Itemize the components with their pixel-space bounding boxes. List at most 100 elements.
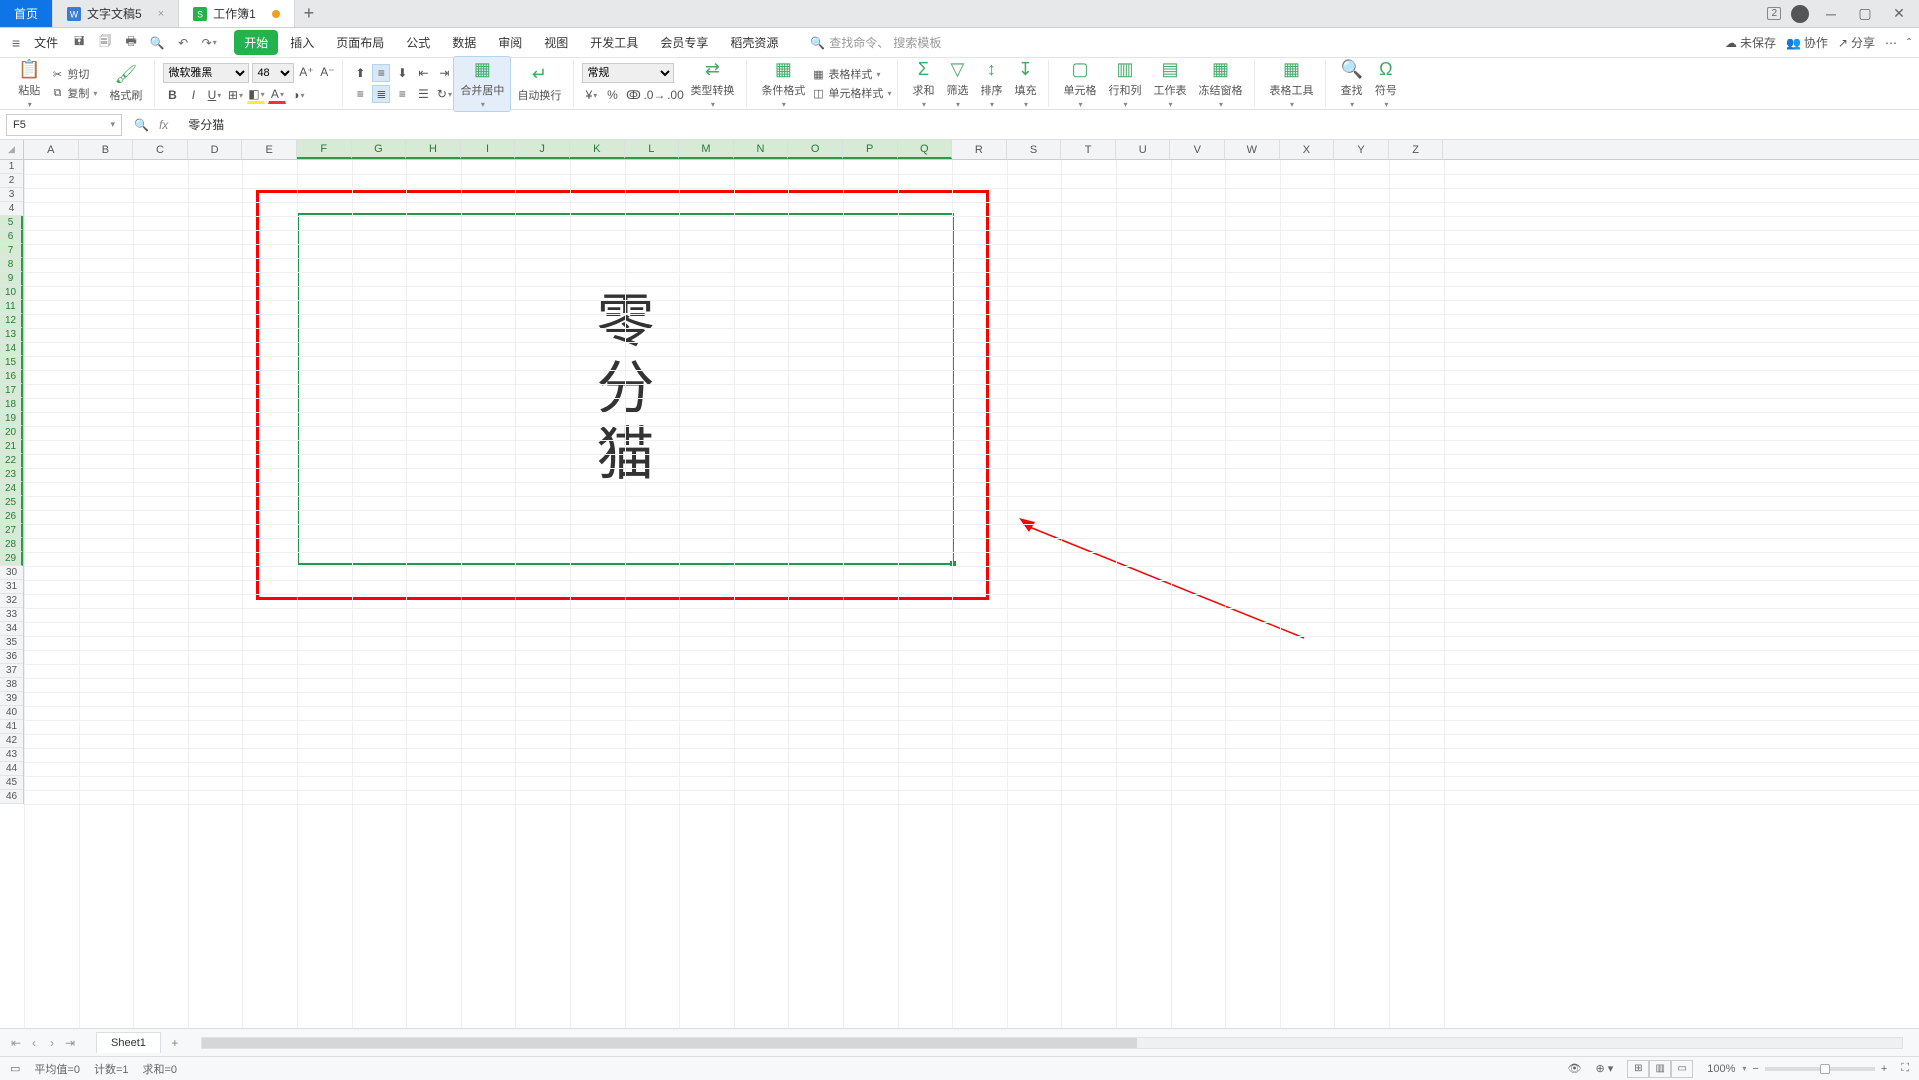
command-search[interactable]: 🔍 查找命令、 搜索模板 <box>810 34 941 51</box>
col-header-H[interactable]: H <box>406 140 461 159</box>
row-header-5[interactable]: 5 <box>0 216 23 230</box>
format-painter-button[interactable]: 🖌格式刷 <box>103 64 148 103</box>
sheet-prev-icon[interactable]: ‹ <box>26 1036 42 1050</box>
horizontal-scrollbar[interactable] <box>201 1037 1903 1049</box>
tab-add-button[interactable]: + <box>295 0 323 27</box>
sheet-next-icon[interactable]: › <box>44 1036 60 1050</box>
hscroll-thumb[interactable] <box>202 1038 1137 1048</box>
ribbon-tab-5[interactable]: 审阅 <box>488 30 532 55</box>
ribbon-tab-6[interactable]: 视图 <box>534 30 578 55</box>
justify-button[interactable]: ☰ <box>414 85 432 103</box>
align-left-button[interactable]: ≡ <box>351 85 369 103</box>
col-header-Q[interactable]: Q <box>898 140 953 159</box>
sort-button[interactable]: ↕排序▾ <box>974 59 1008 109</box>
display-settings-icon[interactable]: ⊕ ▾ <box>1595 1062 1613 1075</box>
more-menu-icon[interactable]: ⋯ <box>1885 36 1897 50</box>
row-header-33[interactable]: 33 <box>0 608 23 622</box>
row-header-19[interactable]: 19 <box>0 412 23 426</box>
row-header-17[interactable]: 17 <box>0 384 23 398</box>
increase-indent-button[interactable]: ⇥ <box>435 64 453 82</box>
col-header-S[interactable]: S <box>1007 140 1062 159</box>
qa-preview-icon[interactable]: 🔍 <box>146 32 168 54</box>
row-header-12[interactable]: 12 <box>0 314 23 328</box>
row-header-9[interactable]: 9 <box>0 272 23 286</box>
qa-redo-icon[interactable]: ↷▾ <box>198 32 220 54</box>
percent-button[interactable]: % <box>603 86 621 104</box>
view-normal-button[interactable]: ⊞ <box>1627 1060 1649 1078</box>
align-bottom-button[interactable]: ⬇ <box>393 64 411 82</box>
row-header-39[interactable]: 39 <box>0 692 23 706</box>
highlight-button[interactable]: ◑▾ <box>289 86 307 104</box>
row-header-26[interactable]: 26 <box>0 510 23 524</box>
col-header-I[interactable]: I <box>461 140 516 159</box>
row-header-41[interactable]: 41 <box>0 720 23 734</box>
align-middle-button[interactable]: ≡ <box>372 64 390 82</box>
view-page-button[interactable]: ▥ <box>1649 1060 1671 1078</box>
fb-search-icon[interactable]: 🔍 <box>134 118 149 132</box>
col-header-V[interactable]: V <box>1170 140 1225 159</box>
row-header-3[interactable]: 3 <box>0 188 23 202</box>
table-tools-button[interactable]: ▦表格工具▾ <box>1263 59 1319 109</box>
row-header-40[interactable]: 40 <box>0 706 23 720</box>
cut-button[interactable]: ✂剪切 <box>50 66 97 82</box>
row-header-8[interactable]: 8 <box>0 258 23 272</box>
tab-close-icon[interactable]: × <box>158 8 164 20</box>
number-format-select[interactable]: 常规 <box>582 63 674 83</box>
row-header-43[interactable]: 43 <box>0 748 23 762</box>
align-right-button[interactable]: ≡ <box>393 85 411 103</box>
fullscreen-icon[interactable]: ⛶ <box>1901 1062 1909 1075</box>
row-header-23[interactable]: 23 <box>0 468 23 482</box>
qa-print-icon[interactable]: 🖶 <box>120 32 142 54</box>
ribbon-tab-3[interactable]: 公式 <box>396 30 440 55</box>
row-header-18[interactable]: 18 <box>0 398 23 412</box>
col-header-E[interactable]: E <box>242 140 297 159</box>
row-header-25[interactable]: 25 <box>0 496 23 510</box>
row-header-15[interactable]: 15 <box>0 356 23 370</box>
col-header-M[interactable]: M <box>679 140 734 159</box>
row-header-20[interactable]: 20 <box>0 426 23 440</box>
col-header-R[interactable]: R <box>952 140 1007 159</box>
row-header-31[interactable]: 31 <box>0 580 23 594</box>
collapse-ribbon-icon[interactable]: ˆ <box>1907 36 1911 50</box>
zoom-in-button[interactable]: + <box>1881 1063 1887 1075</box>
col-header-A[interactable]: A <box>24 140 79 159</box>
ribbon-tab-2[interactable]: 页面布局 <box>326 30 394 55</box>
zoom-slider[interactable] <box>1765 1067 1875 1071</box>
col-header-C[interactable]: C <box>133 140 188 159</box>
col-header-L[interactable]: L <box>625 140 680 159</box>
col-header-G[interactable]: G <box>352 140 407 159</box>
spreadsheet-grid[interactable]: ◢ ABCDEFGHIJKLMNOPQRSTUVWXYZ 12345678910… <box>0 140 1919 1028</box>
row-header-6[interactable]: 6 <box>0 230 23 244</box>
type-convert-button[interactable]: ⇄类型转换▾ <box>684 59 740 109</box>
paste-button[interactable]: 📋粘贴▾ <box>12 59 46 109</box>
row-header-44[interactable]: 44 <box>0 762 23 776</box>
row-header-2[interactable]: 2 <box>0 174 23 188</box>
row-header-36[interactable]: 36 <box>0 650 23 664</box>
fill-color-button[interactable]: ◧▾ <box>247 86 265 104</box>
formula-input[interactable]: 零分猫 <box>180 116 1919 133</box>
row-header-35[interactable]: 35 <box>0 636 23 650</box>
notification-badge[interactable]: 2 <box>1767 7 1781 20</box>
tab-doc-1[interactable]: W 文字文稿5 × <box>53 0 179 27</box>
col-header-T[interactable]: T <box>1061 140 1116 159</box>
row-header-42[interactable]: 42 <box>0 734 23 748</box>
col-header-B[interactable]: B <box>79 140 134 159</box>
border-button[interactable]: ⊞▾ <box>226 86 244 104</box>
col-header-F[interactable]: F <box>297 140 352 159</box>
orientation-button[interactable]: ↻▾ <box>435 85 453 103</box>
row-header-37[interactable]: 37 <box>0 664 23 678</box>
row-header-10[interactable]: 10 <box>0 286 23 300</box>
align-top-button[interactable]: ⬆ <box>351 64 369 82</box>
sheet-add-button[interactable]: + <box>165 1036 185 1050</box>
row-header-34[interactable]: 34 <box>0 622 23 636</box>
name-box[interactable]: F5 ▾ <box>6 114 122 136</box>
qa-undo-icon[interactable]: ↶ <box>172 32 194 54</box>
ribbon-tab-9[interactable]: 稻壳资源 <box>720 30 788 55</box>
col-header-Y[interactable]: Y <box>1334 140 1389 159</box>
find-button[interactable]: 🔍查找▾ <box>1334 59 1368 109</box>
zoom-slider-thumb[interactable] <box>1820 1064 1830 1074</box>
cell-style-button[interactable]: ◫单元格样式▾ <box>811 85 891 101</box>
row-header-29[interactable]: 29 <box>0 552 23 566</box>
decrease-indent-button[interactable]: ⇤ <box>414 64 432 82</box>
hamburger-icon[interactable]: ≡ <box>8 35 24 51</box>
